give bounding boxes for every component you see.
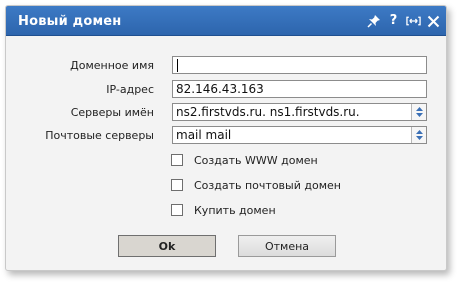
mail-servers-row: Почтовые серверы mail mail xyxy=(6,126,446,144)
name-servers-spinner-icon[interactable] xyxy=(411,104,426,120)
titlebar-icons: ? xyxy=(366,12,441,30)
create-mail-domain-checkbox[interactable] xyxy=(171,179,183,191)
create-www-option[interactable]: Создать WWW домен xyxy=(171,153,318,167)
resize-icon[interactable] xyxy=(406,13,421,29)
ip-address-input[interactable]: 82.146.43.163 xyxy=(172,80,427,98)
dialog-title: Новый домен xyxy=(18,14,122,29)
buy-domain-label: Купить домен xyxy=(194,203,276,217)
name-servers-row: Серверы имён ns2.firstvds.ru. ns1.firstv… xyxy=(6,103,446,121)
mail-servers-input[interactable]: mail mail xyxy=(172,126,427,144)
name-servers-value: ns2.firstvds.ru. ns1.firstvds.ru. xyxy=(176,105,360,119)
ip-address-value: 82.146.43.163 xyxy=(176,82,264,96)
ok-button[interactable]: Ok xyxy=(118,235,216,257)
text-caret xyxy=(177,59,178,72)
ip-address-row: IP-адрес 82.146.43.163 xyxy=(6,80,446,98)
name-servers-input[interactable]: ns2.firstvds.ru. ns1.firstvds.ru. xyxy=(172,103,427,121)
help-icon[interactable]: ? xyxy=(386,13,401,29)
create-mail-domain-label: Создать почтовый домен xyxy=(194,178,341,192)
buy-domain-checkbox[interactable] xyxy=(171,204,183,216)
buy-domain-option[interactable]: Купить домен xyxy=(171,203,276,217)
mail-servers-spinner-icon[interactable] xyxy=(411,127,426,143)
domain-name-label: Доменное имя xyxy=(70,59,154,72)
mail-servers-value: mail mail xyxy=(176,128,232,142)
dialog-titlebar[interactable]: Новый домен ? xyxy=(6,6,446,36)
create-www-label: Создать WWW домен xyxy=(194,153,318,167)
pin-icon[interactable] xyxy=(366,13,381,29)
create-mail-domain-option[interactable]: Создать почтовый домен xyxy=(171,178,341,192)
name-servers-label: Серверы имён xyxy=(70,106,154,119)
domain-name-row: Доменное имя xyxy=(6,56,446,74)
domain-name-input[interactable] xyxy=(172,56,427,74)
ip-address-label: IP-адрес xyxy=(106,83,154,96)
close-icon[interactable] xyxy=(426,13,441,29)
new-domain-dialog: Новый домен ? Доменное имя IP-адрес 82.1… xyxy=(5,5,447,271)
mail-servers-label: Почтовые серверы xyxy=(45,129,154,142)
create-www-checkbox[interactable] xyxy=(171,154,183,166)
cancel-button[interactable]: Отмена xyxy=(238,235,336,257)
